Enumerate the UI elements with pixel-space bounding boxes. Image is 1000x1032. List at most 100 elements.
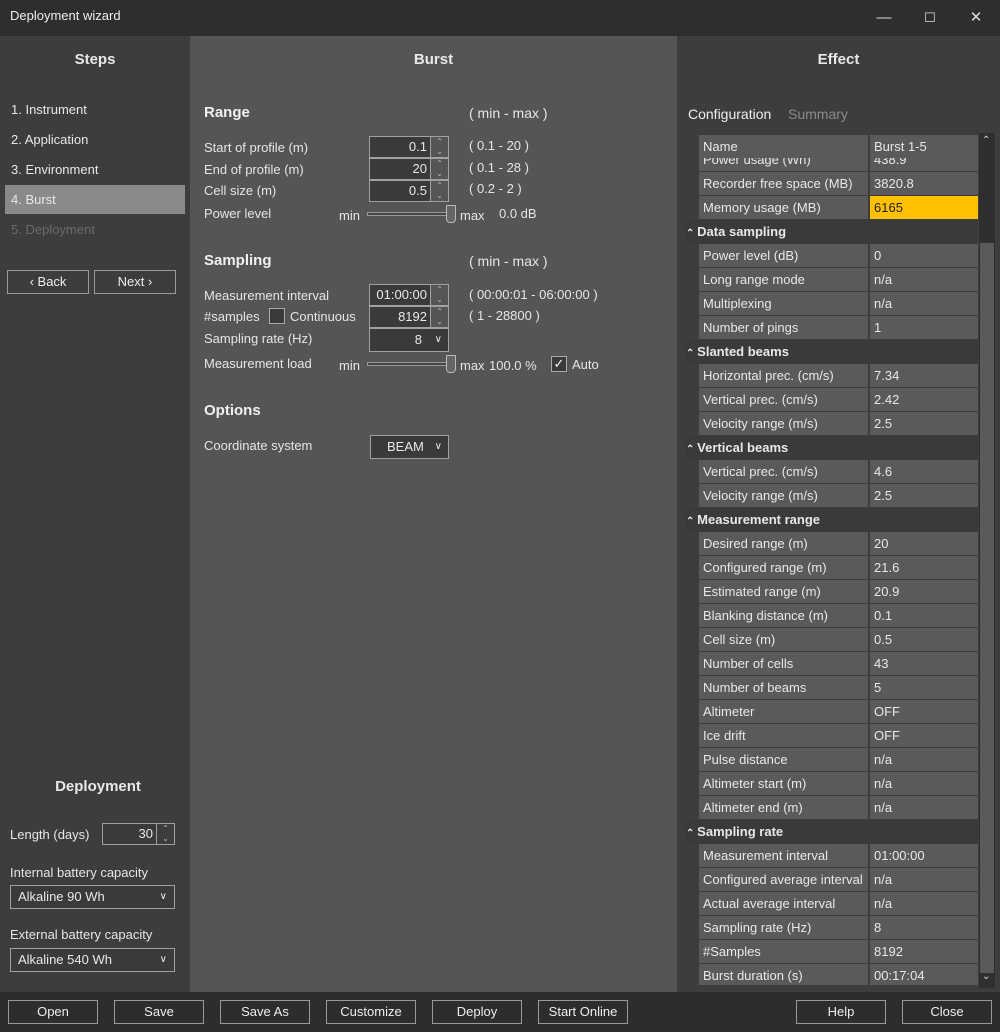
group-header[interactable]: ⌃ Slanted beams [686, 340, 978, 363]
tab-summary[interactable]: Summary [788, 106, 848, 122]
save-button[interactable]: Save [114, 1000, 204, 1024]
collapse-icon[interactable]: ⌃ [686, 228, 697, 239]
samples-spinner[interactable]: ⌃ ⌄ [431, 306, 449, 328]
table-row: Sampling rate (Hz) 8 [699, 916, 978, 939]
table-row: Altimeter OFF [699, 700, 978, 723]
table-row: Recorder free space (MB) 3820.8 [699, 172, 978, 195]
row-name: Altimeter end (m) [699, 796, 868, 819]
chevron-down-icon: ∨ [434, 441, 442, 452]
power-min-label: min [339, 208, 360, 223]
row-value: 20.9 [870, 580, 978, 603]
row-value: 1 [870, 316, 978, 339]
scroll-up-icon[interactable]: ⌃ [982, 135, 990, 146]
step-application[interactable]: 2. Application [5, 125, 185, 154]
back-button[interactable]: ‹ Back [7, 270, 89, 294]
start-online-button[interactable]: Start Online [538, 1000, 628, 1024]
measurement-load-thumb[interactable] [446, 355, 456, 373]
customize-button[interactable]: Customize [326, 1000, 416, 1024]
power-level-slider[interactable] [367, 212, 451, 216]
end-profile-spinner[interactable]: ⌃ ⌄ [431, 158, 449, 180]
open-button[interactable]: Open [8, 1000, 98, 1024]
row-name: Altimeter start (m) [699, 772, 868, 795]
end-profile-input[interactable]: 20 [369, 158, 431, 180]
power-level-label: Power level [204, 206, 272, 221]
row-name: Actual average interval [699, 892, 868, 915]
interval-input[interactable]: 01:00:00 [369, 284, 431, 306]
internal-battery-select[interactable]: Alkaline 90 Wh ∨ [10, 885, 175, 909]
table-row: Long range mode n/a [699, 268, 978, 291]
collapse-icon[interactable]: ⌃ [686, 348, 697, 359]
length-label: Length (days) [10, 827, 90, 842]
save-as-button[interactable]: Save As [220, 1000, 310, 1024]
row-value: 2.42 [870, 388, 978, 411]
collapse-icon[interactable]: ⌃ [686, 828, 697, 839]
collapse-icon[interactable]: ⌃ [686, 516, 697, 527]
step-instrument[interactable]: 1. Instrument [5, 95, 185, 124]
samples-input[interactable]: 8192 [369, 306, 431, 328]
table-row: Ice drift OFF [699, 724, 978, 747]
table-row: Number of beams 5 [699, 676, 978, 699]
table-header: Name Burst 1-5 [699, 135, 978, 158]
scrollbar-thumb[interactable] [980, 243, 994, 973]
group-label: Slanted beams [697, 344, 789, 359]
power-level-thumb[interactable] [446, 205, 456, 223]
measurement-load-slider[interactable] [367, 362, 451, 366]
table-row: Blanking distance (m) 0.1 [699, 604, 978, 627]
length-spinner[interactable]: ⌃ ⌄ [157, 823, 175, 845]
row-value: 4.6 [870, 460, 978, 483]
effect-title: Effect [817, 51, 860, 68]
row-name: Number of pings [699, 316, 868, 339]
power-max-label: max [460, 208, 485, 223]
group-header[interactable]: ⌃ Measurement range [686, 508, 978, 531]
range-title: Range [204, 104, 250, 121]
help-button[interactable]: Help [796, 1000, 886, 1024]
next-button[interactable]: Next › [94, 270, 176, 294]
cell-size-input[interactable]: 0.5 [369, 180, 431, 202]
auto-checkbox[interactable]: ✓ [551, 356, 567, 372]
cell-size-spinner[interactable]: ⌃ ⌄ [431, 180, 449, 202]
group-label: Data sampling [697, 224, 787, 239]
table-row: Power level (dB) 0 [699, 244, 978, 267]
maximize-button[interactable]: ☐ [907, 4, 953, 32]
steps-panel: Steps 1. Instrument 2. Application 3. En… [0, 36, 190, 992]
row-value: n/a [870, 292, 978, 315]
table-row: Vertical prec. (cm/s) 2.42 [699, 388, 978, 411]
group-header[interactable]: ⌃ Vertical beams [686, 436, 978, 459]
row-value: 8192 [870, 940, 978, 963]
measurement-load-label: Measurement load [204, 356, 312, 371]
close-button[interactable]: Close [902, 1000, 992, 1024]
continuous-checkbox[interactable] [269, 308, 285, 324]
row-value: 7.34 [870, 364, 978, 387]
effect-table: Power usage (Wh) 438.9 Recorder free space… [686, 135, 978, 985]
interval-spinner[interactable]: ⌃ ⌄ [431, 284, 449, 306]
row-name: Multiplexing [699, 292, 868, 315]
start-profile-spinner[interactable]: ⌃ ⌄ [431, 136, 449, 158]
sampling-rate-select[interactable]: 8 ∨ [369, 328, 449, 352]
effect-scrollbar[interactable]: ⌃ ⌄ [979, 133, 995, 988]
table-row: Vertical prec. (cm/s) 4.6 [699, 460, 978, 483]
length-input[interactable]: 30 [102, 823, 157, 845]
step-environment[interactable]: 3. Environment [5, 155, 185, 184]
coordinate-system-select[interactable]: BEAM ∨ [370, 435, 449, 459]
row-value: OFF [870, 700, 978, 723]
minimize-button[interactable]: — [861, 4, 907, 32]
row-name: Sampling rate (Hz) [699, 916, 868, 939]
table-row: Altimeter end (m) n/a [699, 796, 978, 819]
collapse-icon[interactable]: ⌃ [686, 444, 697, 455]
row-name: Altimeter [699, 700, 868, 723]
row-name: Burst duration (s) [699, 964, 868, 985]
step-burst[interactable]: 4. Burst [5, 185, 185, 214]
row-name: Number of beams [699, 676, 868, 699]
group-header[interactable]: ⌃ Data sampling [686, 220, 978, 243]
table-row: Configured range (m) 21.6 [699, 556, 978, 579]
close-window-button[interactable]: ✕ [953, 4, 999, 32]
group-label: Vertical beams [697, 440, 789, 455]
external-battery-select[interactable]: Alkaline 540 Wh ∨ [10, 948, 175, 972]
start-profile-input[interactable]: 0.1 [369, 136, 431, 158]
group-header[interactable]: ⌃ Sampling rate [686, 820, 978, 843]
deploy-button[interactable]: Deploy [432, 1000, 522, 1024]
tab-configuration[interactable]: Configuration [688, 106, 771, 122]
sampling-rate-label: Sampling rate (Hz) [204, 331, 313, 346]
burst-panel: Burst Range ( min - max ) Start of profi… [190, 36, 677, 992]
scroll-down-icon[interactable]: ⌄ [982, 971, 990, 982]
